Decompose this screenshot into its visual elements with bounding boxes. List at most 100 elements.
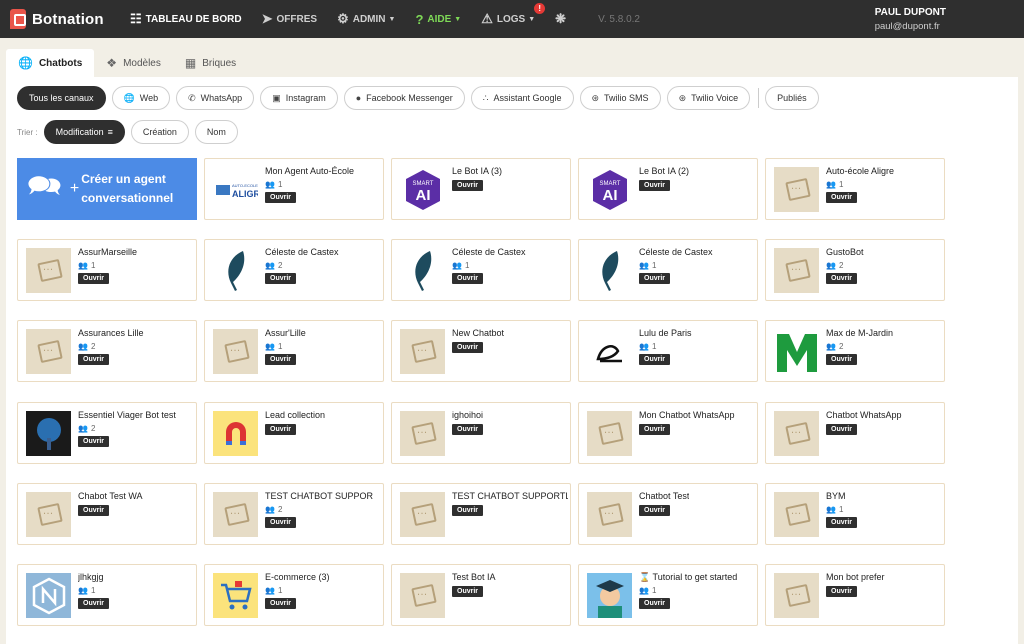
open-button[interactable]: Ouvrir	[265, 354, 297, 365]
user-menu[interactable]: PAUL DUPONT paul@dupont.fr	[875, 7, 946, 32]
open-button[interactable]: Ouvrir	[826, 354, 858, 365]
open-button[interactable]: Ouvrir	[78, 436, 110, 447]
sort-modification[interactable]: Modification ≡	[43, 120, 125, 144]
chatbot-card[interactable]: Lead collection Ouvrir	[204, 402, 384, 464]
collaborators-count: 👥 2	[265, 261, 282, 270]
chatbot-card[interactable]: Chatbot WhatsApp Ouvrir	[765, 402, 945, 464]
chatbot-card[interactable]: Céleste de Castex 👥 1 Ouvrir	[578, 239, 758, 301]
chatbot-card[interactable]: Test Bot IA Ouvrir	[391, 564, 571, 626]
chatbot-name: Mon Chatbot WhatsApp	[639, 410, 735, 420]
chatbot-card[interactable]: Chatbot Test Ouvrir	[578, 483, 758, 545]
open-button[interactable]: Ouvrir	[826, 273, 858, 284]
tab-chatbots[interactable]: 🌐 Chatbots	[6, 49, 95, 77]
nav-logs[interactable]: ⚠ LOGS ▼ !	[481, 3, 546, 27]
chatbot-card[interactable]: Essentiel Viager Bot test 👥 2 Ouvrir	[17, 402, 197, 464]
open-button[interactable]: Ouvrir	[826, 192, 858, 203]
nav-offres[interactable]: ➤ OFFRES	[262, 11, 317, 27]
brand-logo[interactable]: Botnation	[10, 9, 110, 29]
channel-messenger[interactable]: ● Facebook Messenger	[343, 86, 465, 110]
open-button[interactable]: Ouvrir	[639, 598, 671, 609]
chatbot-card[interactable]: GustoBot 👥2 Ouvrir	[765, 239, 945, 301]
sitemap-icon: ☷	[130, 11, 142, 26]
open-button[interactable]: Ouvrir	[78, 354, 110, 365]
open-button[interactable]: Ouvrir	[639, 354, 671, 365]
nav-tableau-de-bord[interactable]: ☷ TABLEAU DE BORD	[130, 11, 242, 27]
chatbot-thumbnail	[400, 411, 445, 456]
open-button[interactable]: Ouvrir	[452, 586, 484, 597]
chatbot-card[interactable]: Mon bot prefer Ouvrir	[765, 564, 945, 626]
chatbot-card[interactable]: Lulu de Paris 👥 1 Ouvrir	[578, 320, 758, 382]
chatbot-card[interactable]: TEST CHATBOT SUPPOR 👥2 Ouvrir	[204, 483, 384, 545]
nav-debug[interactable]: ❋	[555, 11, 570, 27]
chatbot-thumbnail: ALIGREAUTO-ECOLE	[213, 167, 258, 212]
collaborators-count: 👥 1	[826, 180, 843, 189]
channel-whatsapp[interactable]: ✆ WhatsApp	[176, 86, 255, 110]
chatbot-card[interactable]: Chabot Test WA Ouvrir	[17, 483, 197, 545]
chatbot-name: Le Bot IA (2)	[639, 166, 690, 176]
open-button[interactable]: Ouvrir	[452, 424, 484, 435]
chatbot-card[interactable]: New Chatbot Ouvrir	[391, 320, 571, 382]
open-button[interactable]: Ouvrir	[639, 273, 671, 284]
open-button[interactable]: Ouvrir	[826, 424, 858, 435]
chatbot-card[interactable]: Assurances Lille 👥2 Ouvrir	[17, 320, 197, 382]
open-button[interactable]: Ouvrir	[78, 273, 110, 284]
chatbot-card[interactable]: SMART AI Le Bot IA (3) Ouvrir	[391, 158, 571, 220]
nav-admin[interactable]: ⚙ ADMIN ▼	[337, 11, 395, 27]
chatbot-name: Chatbot WhatsApp	[826, 410, 902, 420]
open-button[interactable]: Ouvrir	[452, 505, 484, 516]
filter-published[interactable]: Publiés	[765, 86, 819, 110]
open-button[interactable]: Ouvrir	[639, 505, 671, 516]
chatbot-card[interactable]: ighoihoi Ouvrir	[391, 402, 571, 464]
sort-nom[interactable]: Nom	[194, 120, 238, 144]
chatbot-thumbnail	[587, 573, 632, 618]
channel-instagram[interactable]: ▣ Instagram	[260, 86, 338, 110]
open-button[interactable]: Ouvrir	[265, 598, 297, 609]
open-button[interactable]: Ouvrir	[265, 192, 297, 203]
channel-twilio-voice[interactable]: ⊛ Twilio Voice	[666, 86, 751, 110]
channel-google-assistant[interactable]: ∴ Assistant Google	[470, 86, 574, 110]
tab-briques[interactable]: ▦ Briques	[173, 49, 248, 77]
chatbot-card[interactable]: Mon Chatbot WhatsApp Ouvrir	[578, 402, 758, 464]
open-button[interactable]: Ouvrir	[265, 517, 297, 528]
nav-aide[interactable]: ? AIDE ▼	[415, 12, 461, 27]
chatbot-card[interactable]: AssurMarseille 👥1 Ouvrir	[17, 239, 197, 301]
nav-label: OFFRES	[276, 13, 318, 25]
chatbot-card[interactable]: Max de M-Jardin 👥 2 Ouvrir	[765, 320, 945, 382]
users-icon: 👥	[265, 180, 275, 189]
open-button[interactable]: Ouvrir	[826, 586, 858, 597]
create-agent-button[interactable]: 🗪 + Créer un agent conversationnel	[17, 158, 197, 220]
chatbot-card[interactable]: Céleste de Castex 👥 1 Ouvrir	[391, 239, 571, 301]
chatbot-card[interactable]: SMART AI Le Bot IA (2) Ouvrir	[578, 158, 758, 220]
chatbot-card[interactable]: TEST CHATBOT SUPPORTLIV Ouvrir	[391, 483, 571, 545]
users-icon: 👥	[826, 342, 836, 351]
open-button[interactable]: Ouvrir	[265, 273, 297, 284]
open-button[interactable]: Ouvrir	[639, 424, 671, 435]
chatbot-card[interactable]: Assur'Lille 👥1 Ouvrir	[204, 320, 384, 382]
channel-all[interactable]: Tous les canaux	[17, 86, 106, 110]
chatbot-card[interactable]: Céleste de Castex 👥 2 Ouvrir	[204, 239, 384, 301]
chatbot-name: Céleste de Castex	[265, 247, 339, 257]
chatbot-card[interactable]: jlhkgjg 👥 1 Ouvrir	[17, 564, 197, 626]
open-button[interactable]: Ouvrir	[78, 505, 110, 516]
chatbot-card[interactable]: ALIGREAUTO-ECOLE Mon Agent Auto-École 👥1 Ou…	[204, 158, 384, 220]
open-button[interactable]: Ouvrir	[78, 598, 110, 609]
open-button[interactable]: Ouvrir	[639, 180, 671, 191]
sort-creation[interactable]: Création	[130, 120, 189, 144]
graduate-icon	[595, 579, 624, 618]
channel-web[interactable]: 🌐 Web	[111, 86, 171, 110]
chatbot-card[interactable]: Auto-école Aligre 👥1 Ouvrir	[765, 158, 945, 220]
create-agent-line1: Créer un agent	[81, 172, 166, 186]
open-button[interactable]: Ouvrir	[452, 342, 484, 353]
open-button[interactable]: Ouvrir	[826, 517, 858, 528]
chatbot-card[interactable]: E-commerce (3) 👥 1 Ouvrir	[204, 564, 384, 626]
chatbot-thumbnail	[213, 329, 258, 374]
channel-twilio-sms[interactable]: ⊛ Twilio SMS	[579, 86, 661, 110]
open-button[interactable]: Ouvrir	[452, 180, 484, 191]
chatbot-card[interactable]: BYM 👥1 Ouvrir	[765, 483, 945, 545]
chatbot-card[interactable]: ⌛ Tutorial to get started 👥 1 Ouvrir	[578, 564, 758, 626]
twilio-icon: ⊛	[678, 92, 687, 103]
tab-modeles[interactable]: ❖ Modèles	[94, 49, 173, 77]
open-button[interactable]: Ouvrir	[452, 273, 484, 284]
open-button[interactable]: Ouvrir	[265, 424, 297, 435]
pill-label: Nom	[206, 127, 226, 137]
